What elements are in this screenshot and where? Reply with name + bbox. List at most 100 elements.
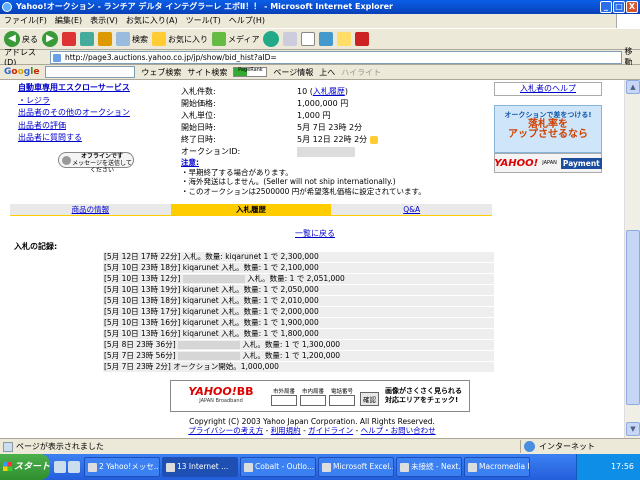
toolbar: ◀ 戻る ▶ 検索 お気に入り メディア (0, 28, 640, 50)
favorites-button[interactable]: お気に入り (152, 32, 208, 46)
taskbar-item-fireworks[interactable]: Macromedia Fir... (464, 457, 530, 477)
refresh-icon[interactable] (80, 32, 94, 46)
tab-bid-history[interactable]: 入札履歴 (170, 204, 332, 215)
menu-edit[interactable]: 編集(E) (55, 14, 82, 28)
page-info-button[interactable]: ページ情報 (273, 67, 313, 78)
yahoo-bb-logo[interactable]: YAHOO!BB JAPAN Broadband (171, 381, 271, 411)
yahoo-payment-banner[interactable]: YAHOO! JAPAN Payment (494, 153, 602, 173)
taskbar-item-messenger[interactable]: 2 Yahoo!メッセ... (84, 457, 160, 477)
regira-link[interactable]: ・レジラ (18, 95, 130, 108)
highlight-button[interactable]: ハイライト (341, 67, 381, 78)
hidden-bidder (178, 341, 241, 349)
mail-icon[interactable] (283, 32, 298, 46)
scroll-up-arrow[interactable]: ▲ (626, 80, 640, 94)
scrollbar-thumb[interactable] (626, 230, 640, 405)
minimize-button[interactable]: _ (600, 1, 612, 13)
note-line: ・海外発送はしません。(Seller will not ship interna… (181, 177, 396, 186)
auction-promo-banner[interactable]: オークションで差をつける! 落札率を アップさせるなら (494, 105, 602, 153)
taskbar-item-internet[interactable]: 13 Internet ... (162, 457, 238, 477)
hidden-bidder (178, 352, 241, 360)
quick-launch-icon[interactable] (54, 461, 66, 473)
stop-icon[interactable] (62, 32, 76, 46)
zone-label: インターネット (539, 442, 595, 451)
end-time-label: 終了日時: (181, 135, 216, 144)
table-row: [5月 7日 23時 56分] 入札。数量: 1 で 1,200,000 (103, 351, 494, 361)
menu-view[interactable]: 表示(V) (90, 14, 118, 28)
table-row: [5月 10日 13時 16分] kiqarunet 入札。数量: 1 で 1,… (103, 318, 494, 328)
page-content: 自動車専用エスクローサービス ・レジラ 出品者のその他のオークション 出品者の評… (0, 80, 624, 438)
back-to-list-link[interactable]: 一覧に戻る (295, 228, 335, 239)
security-zone: インターネット (520, 440, 638, 453)
yahoo-bb-banner: YAHOO!BB JAPAN Broadband 市外局番 市内局番 電話番号 … (170, 380, 470, 412)
back-arrow-icon: ◀ (4, 31, 20, 47)
escrow-link[interactable]: 自動車専用エスクローサービス (18, 82, 130, 95)
menu-help[interactable]: ヘルプ(H) (229, 14, 265, 28)
copyright: Copyright (C) 2003 Yahoo Japan Corporati… (189, 417, 435, 426)
scroll-down-arrow[interactable]: ▼ (626, 422, 640, 436)
yahoo-icon[interactable] (355, 32, 370, 46)
bid-history-table: [5月 12日 17時 22分] 入札。数量: kiqarunet 1 で 2,… (103, 252, 494, 373)
table-row: [5月 10日 13時 12分] 入札。数量: 1 で 2,051,000 (103, 274, 494, 284)
local-code-input[interactable] (300, 394, 326, 406)
quick-launch (50, 461, 84, 473)
media-button[interactable]: メディア (212, 32, 259, 46)
hidden-bidder (182, 275, 245, 283)
taskbar: スタート 2 Yahoo!メッセ... 13 Internet ... Coba… (0, 454, 640, 480)
page-done-icon (3, 442, 13, 452)
seller-other-auctions-link[interactable]: 出品者のその他のオークション (18, 107, 130, 120)
history-icon[interactable] (263, 31, 280, 47)
bidder-help-link[interactable]: 入札者のヘルプ (494, 82, 602, 96)
menu-tools[interactable]: ツール(T) (186, 14, 221, 28)
bid-unit-value: 1,000 円 (297, 111, 331, 120)
home-icon[interactable] (98, 32, 112, 46)
tab-qa[interactable]: Q&A (331, 204, 493, 215)
edit-icon[interactable] (319, 32, 334, 46)
privacy-link[interactable]: プライバシーの考え方 (188, 426, 263, 435)
tab-item-info[interactable]: 商品の情報 (10, 204, 171, 215)
google-logo[interactable]: Google (4, 67, 39, 77)
status-text: ページが表示されました (16, 442, 104, 451)
tab-bar: 商品の情報 入札履歴 Q&A (10, 204, 493, 215)
address-label: アドレス(D) (4, 48, 36, 67)
phone-number-input[interactable] (329, 394, 355, 406)
up-button[interactable]: 上へ (319, 67, 335, 78)
page-footer: Copyright (C) 2003 Yahoo Japan Corporati… (0, 417, 624, 435)
vertical-scrollbar[interactable]: ▲ ▼ (624, 80, 640, 438)
quick-launch-icon[interactable] (68, 461, 80, 473)
back-button[interactable]: ◀ 戻る (4, 31, 38, 47)
taskbar-item-outlook[interactable]: Cobalt - Outlo... (240, 457, 316, 477)
print-icon[interactable] (301, 32, 316, 46)
start-button[interactable]: スタート (0, 454, 50, 480)
media-label: メディア (228, 34, 260, 44)
seller-rating-link[interactable]: 出品者の評価 (18, 120, 130, 133)
window-title: Yahoo!オークション - ランチア デルタ インテグラーレ エボⅡ！！ - … (16, 2, 393, 11)
messenger-icon[interactable] (337, 32, 352, 46)
bid-history-link[interactable]: 入札履歴 (313, 87, 345, 96)
table-row: [5月 10日 13時 18分] kiqarunet 入札。数量: 1 で 2,… (103, 296, 494, 306)
clock[interactable]: 17:56 (611, 462, 634, 471)
address-input[interactable]: http://page3.auctions.yahoo.co.jp/jp/sho… (49, 50, 622, 64)
google-search-input[interactable] (45, 66, 136, 78)
taskbar-item-excel[interactable]: Microsoft Excel... (318, 457, 394, 477)
offline-label: オフラインです (80, 153, 123, 160)
end-time-value: 5月 12日 22時 2分 (297, 135, 368, 144)
menu-favorites[interactable]: お気に入り(A) (126, 14, 178, 28)
maximize-button[interactable]: □ (613, 1, 625, 13)
ask-seller-link[interactable]: 出品者に質問する (18, 132, 130, 145)
close-button[interactable]: X (626, 1, 638, 13)
terms-link[interactable]: 利用規約 (271, 426, 301, 435)
notes-heading[interactable]: 注意: (181, 158, 426, 168)
help-contact-link[interactable]: ヘルプ・お問い合わせ (361, 426, 436, 435)
search-button[interactable]: 検索 (116, 32, 148, 46)
left-links: 自動車専用エスクローサービス ・レジラ 出品者のその他のオークション 出品者の評… (18, 82, 130, 145)
web-search-button[interactable]: ウェブ検索 (141, 67, 181, 78)
confirm-button[interactable]: 確認 (360, 391, 379, 406)
site-search-button[interactable]: サイト検索 (187, 67, 227, 78)
menu-file[interactable]: ファイル(F) (4, 14, 47, 28)
forward-button[interactable]: ▶ (42, 31, 58, 47)
taskbar-item-next[interactable]: 未接続 - Next... (396, 457, 462, 477)
guideline-link[interactable]: ガイドライン (308, 426, 353, 435)
area-code-input[interactable] (271, 394, 297, 406)
offline-icon (62, 156, 71, 165)
offline-status-button[interactable]: オフラインです メッセージを送信してください (58, 152, 134, 174)
